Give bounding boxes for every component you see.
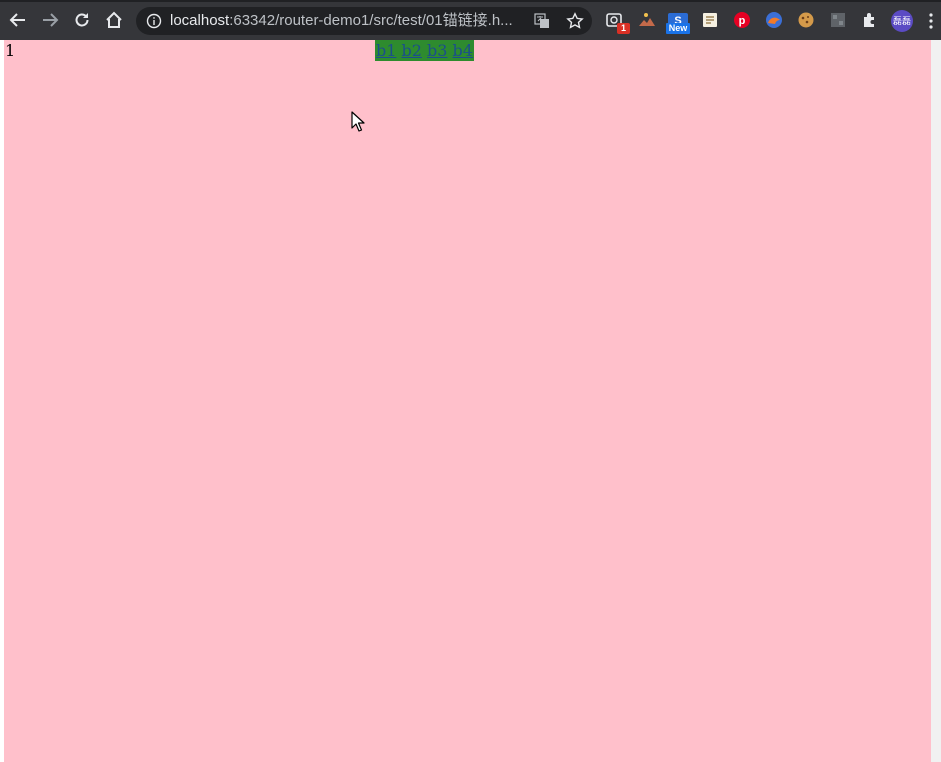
svg-text:p: p: [739, 15, 746, 27]
more-menu-icon[interactable]: [928, 12, 934, 30]
anchor-link-b1[interactable]: b1: [376, 41, 396, 60]
landscape-extension-icon: [639, 13, 655, 26]
forward-button[interactable]: [39, 9, 61, 31]
extension-firefox-like[interactable]: [764, 10, 784, 30]
extension-wallpaper[interactable]: [637, 10, 657, 30]
extension-pinterest[interactable]: p: [732, 10, 752, 30]
extensions-menu-button[interactable]: [860, 10, 880, 30]
extension-notes[interactable]: [700, 10, 720, 30]
note-extension-icon: [703, 13, 717, 27]
extension-badge-count: 1: [617, 23, 630, 34]
anchor-link-b2[interactable]: b2: [402, 41, 422, 60]
url-host: localhost: [170, 12, 230, 29]
extension-grid[interactable]: [828, 10, 848, 30]
content-text: 1: [5, 41, 16, 60]
extension-cookie[interactable]: [796, 10, 816, 30]
address-bar[interactable]: localhost:63342/router-demo1/src/test/01…: [136, 7, 592, 35]
bookmark-star-icon[interactable]: [566, 12, 584, 30]
info-icon[interactable]: [146, 13, 162, 29]
cookie-icon: [798, 12, 814, 28]
translate-icon[interactable]: [534, 13, 550, 29]
scrollbar[interactable]: [931, 40, 941, 762]
reload-button[interactable]: [71, 9, 93, 31]
anchor-link-b3[interactable]: b3: [427, 41, 447, 60]
browser-toolbar: localhost:63342/router-demo1/src/test/01…: [0, 0, 941, 40]
anchor-nav: b1 b2 b3 b4: [375, 40, 474, 61]
pinterest-icon: p: [734, 12, 750, 28]
page-body: 1 b1 b2 b3 b4: [4, 40, 931, 762]
url-text[interactable]: localhost:63342/router-demo1/src/test/01…: [170, 7, 513, 35]
browser-viewport: 1 b1 b2 b3 b4: [0, 40, 941, 762]
tab-strip-edge: [0, 0, 941, 2]
profile-avatar[interactable]: 磊磊: [891, 10, 913, 32]
arrow-left-icon: [9, 13, 25, 27]
grid-extension-icon: [831, 13, 845, 27]
anchor-link-b4[interactable]: b4: [453, 41, 473, 60]
home-icon: [106, 11, 122, 28]
new-badge: New: [666, 23, 690, 34]
home-button[interactable]: [103, 9, 125, 31]
arrow-right-icon: [43, 13, 59, 27]
reload-icon: [75, 13, 89, 27]
puzzle-icon: [864, 13, 874, 27]
globe-extension-icon: [766, 12, 782, 28]
url-path: :63342/router-demo1/src/test/01锚链接.h...: [229, 12, 513, 29]
mouse-cursor-icon: [351, 111, 365, 132]
back-button[interactable]: [7, 9, 29, 31]
